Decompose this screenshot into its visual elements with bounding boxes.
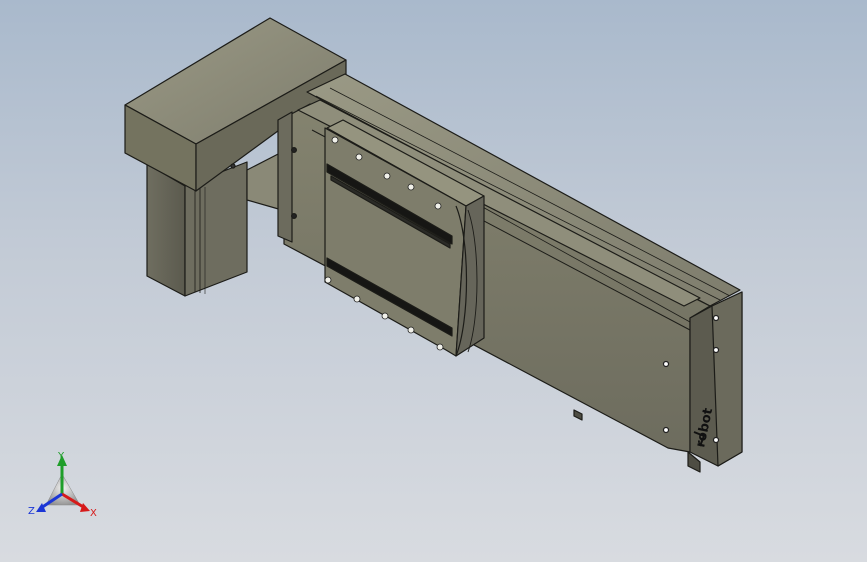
linear-actuator-model[interactable]: robot Y X Z	[0, 0, 867, 562]
rail-left-endplate	[277, 111, 293, 243]
cad-graphics-area[interactable]: robot Y X Z	[0, 0, 867, 562]
x-axis-label: X	[90, 508, 97, 519]
actuator-assembly[interactable]	[124, 17, 743, 473]
motor-housing-front	[146, 163, 186, 297]
view-orientation-triad[interactable]: Y X Z	[28, 451, 97, 519]
y-axis-label: Y	[57, 451, 65, 462]
z-axis-label: Z	[28, 506, 35, 517]
